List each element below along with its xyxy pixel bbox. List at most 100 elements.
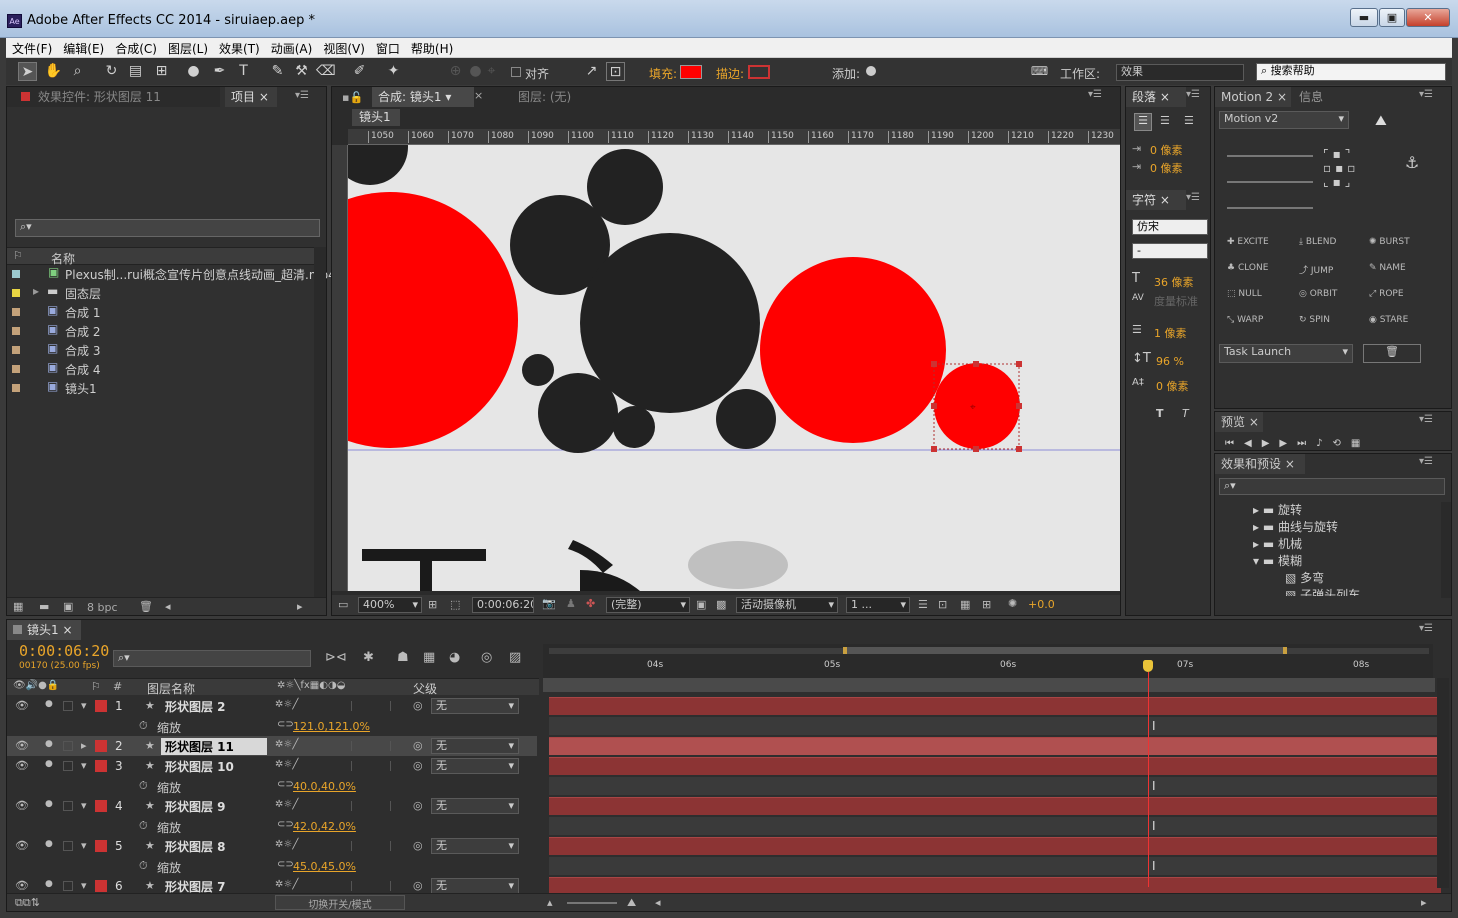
motion-version-select[interactable]: Motion v2 ▾ xyxy=(1219,111,1349,129)
composition-mini-flowchart-icon[interactable]: ⊳⊲ xyxy=(325,650,347,665)
current-time-display[interactable]: 0:00:06:20 xyxy=(472,597,534,613)
panel-menu-icon[interactable]: ▾☰ xyxy=(1419,414,1433,425)
scroll-right-icon[interactable]: ▸ xyxy=(1421,896,1427,909)
faux-italic-icon[interactable]: T xyxy=(1182,407,1189,420)
slider-track[interactable] xyxy=(1227,181,1313,183)
layer-name-header[interactable]: 图层名称 xyxy=(147,680,195,697)
timeline-search-input[interactable]: ⌕▾ xyxy=(113,650,311,667)
zoom-tool-icon[interactable]: ⌕ xyxy=(68,62,87,81)
tab-character[interactable]: 字符 × xyxy=(1126,190,1186,210)
label-swatch[interactable] xyxy=(95,760,107,772)
indent-left-value[interactable]: 0 像素 xyxy=(1150,142,1183,158)
pickwhip-icon[interactable]: ◎ xyxy=(413,699,423,712)
mode-switch-boxes[interactable] xyxy=(351,701,391,711)
layer-duration-bar[interactable] xyxy=(549,797,1441,815)
expand-arrow-icon[interactable]: ▾ xyxy=(81,699,87,712)
layer-duration-bar[interactable] xyxy=(549,737,1441,755)
mode-switch-boxes[interactable] xyxy=(351,881,391,891)
menu-view[interactable]: 视图(V) xyxy=(317,38,370,57)
panel-menu-icon[interactable]: ▾☰ xyxy=(1419,623,1433,634)
tab-timeline[interactable]: 镜头1 × xyxy=(7,620,81,640)
list-item[interactable]: ▣ 合成 1 xyxy=(7,303,307,322)
mode-switch-boxes[interactable] xyxy=(351,801,391,811)
leading-value[interactable]: 1 像素 xyxy=(1154,325,1187,341)
layer-switches[interactable]: ✲☼╱ xyxy=(275,839,298,850)
hand-tool-icon[interactable]: ✋ xyxy=(44,62,63,81)
motion-blur-icon[interactable]: ◕ xyxy=(449,650,460,665)
list-item[interactable]: ▣ 合成 4 xyxy=(7,360,307,379)
draft-3d-icon[interactable]: ✱ xyxy=(363,650,374,665)
null-button[interactable]: ⬚ NULL xyxy=(1227,289,1262,299)
table-row[interactable]: 👁 ● ▸ 2 ★ 形状图层 11 ✲☼╱ ◎ 无 ▾ xyxy=(7,736,537,756)
visibility-icon[interactable]: 👁 xyxy=(15,839,29,852)
spin-button[interactable]: ↻ SPIN xyxy=(1299,315,1330,325)
align-center-icon[interactable]: ☰ xyxy=(1160,114,1170,127)
table-row[interactable]: 👁 ● ▾ 1 ★ 形状图层 2 ✲☼╱ ◎ 无 ▾ xyxy=(7,696,537,716)
stopwatch-icon[interactable]: ⏱ xyxy=(139,779,148,793)
stare-button[interactable]: ◉ STARE xyxy=(1369,315,1408,325)
toggle-switches-modes-button[interactable]: 切换开关/模式 xyxy=(275,895,405,911)
tab-motion[interactable]: Motion 2 × xyxy=(1215,87,1291,107)
slider-track[interactable] xyxy=(1227,155,1313,157)
exposure-value[interactable]: +0.0 xyxy=(1028,598,1055,611)
stroke-color-swatch[interactable] xyxy=(748,65,770,79)
camera-tool-icon[interactable]: ▤ xyxy=(126,62,145,81)
parent-select[interactable]: 无 ▾ xyxy=(431,878,519,894)
close-button[interactable]: ✕ xyxy=(1406,8,1450,27)
expand-arrow-icon[interactable]: ▾ xyxy=(81,759,87,772)
view-axis-icon[interactable]: ⌖ xyxy=(482,62,501,81)
constrain-proportions-icon[interactable]: ⊂⊃ xyxy=(277,719,294,730)
menu-animation[interactable]: 动画(A) xyxy=(265,38,318,57)
faux-bold-icon[interactable]: T xyxy=(1156,407,1164,420)
warp-button[interactable]: ⤡ WARP xyxy=(1227,315,1263,325)
table-row[interactable]: 👁 ● ▾ 3 ★ 形状图层 10 ✲☼╱ ◎ 无 ▾ xyxy=(7,756,537,776)
property-value[interactable]: 42.0,42.0% xyxy=(293,820,356,833)
font-family-select[interactable]: 仿宋 xyxy=(1132,219,1208,235)
help-search-input[interactable]: ⌕ 搜索帮助 xyxy=(1256,63,1446,81)
menu-effect[interactable]: 效果(T) xyxy=(213,38,265,57)
lock-toggle[interactable] xyxy=(63,841,73,851)
stopwatch-icon[interactable]: ⏱ xyxy=(139,719,148,733)
camera-select[interactable]: 活动摄像机 ▾ xyxy=(736,597,838,613)
tab-composition[interactable]: 合成: 镜头1 ▾ xyxy=(372,87,474,107)
new-composition-icon[interactable]: ▣ xyxy=(63,600,73,613)
pickwhip-icon[interactable]: ◎ xyxy=(413,839,423,852)
zoom-out-icon[interactable]: ▴ xyxy=(547,896,553,909)
jump-button[interactable]: ⤴ JUMP xyxy=(1299,263,1333,276)
constrain-proportions-icon[interactable]: ⊂⊃ xyxy=(277,779,294,790)
layer-switches[interactable]: ✲☼╱ xyxy=(275,799,298,810)
quality-select[interactable]: (完整) ▾ xyxy=(606,597,690,613)
layer-duration-bar[interactable] xyxy=(549,837,1441,855)
puppet-tool-icon[interactable]: ✦ xyxy=(384,62,403,81)
time-ruler[interactable]: 04s 05s 06s 07s 08s xyxy=(543,644,1433,678)
panel-menu-icon[interactable]: ▾☰ xyxy=(1088,89,1102,100)
solo-icon[interactable]: ● xyxy=(45,759,53,769)
tab-project[interactable]: 项目 × xyxy=(225,87,277,107)
keyframe-icon[interactable]: I xyxy=(1152,779,1156,793)
font-style-select[interactable]: - xyxy=(1132,243,1208,259)
mode-switch-boxes[interactable] xyxy=(351,741,391,751)
property-value[interactable]: 40.0,40.0% xyxy=(293,780,356,793)
scroll-right-icon[interactable]: ▸ xyxy=(297,600,303,613)
effects-search-input[interactable]: ⌕▾ xyxy=(1219,478,1445,495)
footer-toggle-icon[interactable]: ⧉⧉⇅ xyxy=(15,896,40,910)
layer-switches[interactable]: ✲☼╱ xyxy=(275,739,298,750)
lock-toggle[interactable] xyxy=(63,761,73,771)
keyframe-icon[interactable]: I xyxy=(1152,719,1156,733)
label-swatch[interactable] xyxy=(95,800,107,812)
table-row[interactable]: 👁 ● ▾ 5 ★ 形状图层 8 ✲☼╱ ◎ 无 ▾ xyxy=(7,836,537,856)
indent-first-value[interactable]: 0 像素 xyxy=(1150,160,1183,176)
align-checkbox[interactable] xyxy=(511,67,521,77)
views-select[interactable]: 1 ... ▾ xyxy=(846,597,910,613)
frame-blending-icon[interactable]: ▦ xyxy=(423,650,435,665)
orbit-button[interactable]: ◎ ORBIT xyxy=(1299,289,1337,299)
label-swatch[interactable] xyxy=(95,700,107,712)
effects-scrollbar[interactable] xyxy=(1441,502,1451,598)
tab-paragraph[interactable]: 段落 × xyxy=(1126,87,1186,107)
timeline-icon[interactable]: ▦ xyxy=(960,598,970,611)
menu-help[interactable]: 帮助(H) xyxy=(405,38,458,57)
font-size-value[interactable]: 36 像素 xyxy=(1154,274,1194,290)
mode-switch-boxes[interactable] xyxy=(351,841,391,851)
toggle-pixel-aspect-icon[interactable]: ☰ xyxy=(918,598,928,611)
stopwatch-icon[interactable]: ⏱ xyxy=(139,819,148,833)
